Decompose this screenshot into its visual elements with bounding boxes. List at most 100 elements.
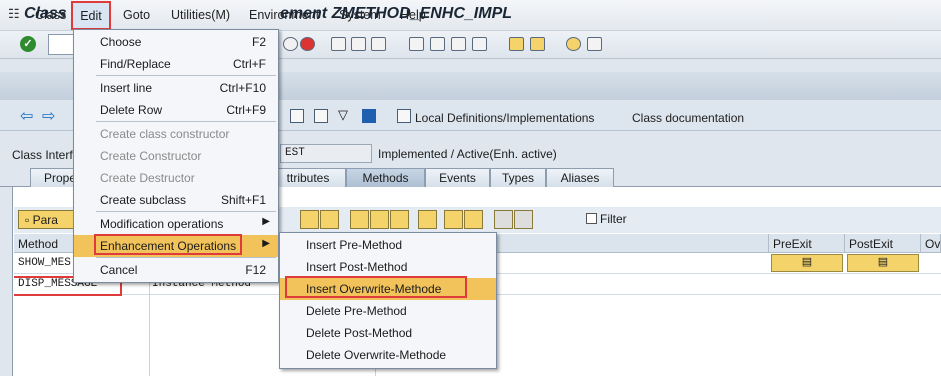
annotation-frame xyxy=(285,276,467,298)
copy-icon[interactable] xyxy=(370,210,389,229)
last-page-icon[interactable] xyxy=(472,37,487,51)
menu-item-label: Delete Overwrite-Methode xyxy=(306,348,447,362)
submenu-arrow-icon: ▶ xyxy=(262,216,270,227)
create-session-icon[interactable] xyxy=(509,37,524,51)
table-icon[interactable] xyxy=(314,109,328,123)
menu-item-find-replace[interactable]: Find/Replace Ctrl+F xyxy=(74,53,278,75)
menu-item-cancel[interactable]: Cancel F12 xyxy=(74,259,278,281)
back-arrow-icon[interactable]: ⇦ xyxy=(20,106,33,126)
shortcut: Ctrl+F10 xyxy=(219,81,266,95)
print-icon[interactable] xyxy=(331,37,346,51)
find-next-icon[interactable] xyxy=(371,37,386,51)
list-icon[interactable] xyxy=(290,109,304,123)
local-definitions-icon[interactable] xyxy=(397,109,411,123)
page-title: ement ZMETHOD_ENHC_IMPL xyxy=(280,5,513,22)
preexit-button[interactable]: ▤ xyxy=(771,254,843,272)
filter-icon[interactable]: ▽ xyxy=(338,107,352,122)
parameters-label: Para xyxy=(32,213,58,227)
menu-item-insert-post-method[interactable]: Insert Post-Method xyxy=(280,256,496,278)
menu-item-label: Insert Post-Method xyxy=(306,260,408,274)
cut-icon[interactable] xyxy=(350,210,369,229)
filter-label: Filter xyxy=(600,212,627,226)
menu-item-label: Create Constructor xyxy=(100,149,202,163)
layout-icon[interactable] xyxy=(587,37,602,51)
find-next-grid-icon[interactable] xyxy=(464,210,483,229)
print-grid-icon[interactable] xyxy=(418,210,437,229)
tab-events[interactable]: Events xyxy=(425,168,490,187)
previous-page-icon[interactable] xyxy=(430,37,445,51)
delete-row-icon[interactable] xyxy=(320,210,339,229)
enhancement-submenu: Insert Pre-Method Insert Post-Method Ins… xyxy=(279,232,497,369)
eraser-icon[interactable] xyxy=(514,210,533,229)
menu-item-label: Find/Replace xyxy=(100,57,171,71)
menu-item-label: Cancel xyxy=(100,263,138,277)
menu-item-choose[interactable]: Choose F2 xyxy=(74,31,278,53)
menu-item-label: Insert line xyxy=(100,81,153,95)
column-header-overwrite[interactable]: Ov xyxy=(921,234,941,253)
method-name: SHOW_MES xyxy=(18,257,71,269)
next-page-icon[interactable] xyxy=(451,37,466,51)
tab-aliases[interactable]: Aliases xyxy=(546,168,614,187)
menu-item-label: Create subclass xyxy=(100,193,187,207)
menu-edit[interactable]: Edit xyxy=(71,1,111,30)
menu-item-create-subclass[interactable]: Create subclass Shift+F1 xyxy=(74,189,278,211)
menu-item-label: Create class constructor xyxy=(100,127,230,141)
postexit-button[interactable]: ▤ xyxy=(847,254,919,272)
parameters-button[interactable]: ▫ Para xyxy=(18,210,74,229)
menu-item-label: Delete Row xyxy=(100,103,163,117)
back-icon[interactable] xyxy=(283,37,298,51)
shortcut: Ctrl+F9 xyxy=(226,103,266,117)
menu-item-delete-row[interactable]: Delete Row Ctrl+F9 xyxy=(74,99,278,121)
filter-checkbox[interactable]: Filter xyxy=(586,212,627,226)
paste-icon[interactable] xyxy=(390,210,409,229)
tab-methods[interactable]: Methods xyxy=(346,168,425,187)
menu-item-create-destructor: Create Destructor xyxy=(74,167,278,189)
shortcut: F2 xyxy=(251,35,266,49)
menu-separator xyxy=(96,75,276,76)
menu-item-insert-pre-method[interactable]: Insert Pre-Method xyxy=(280,234,496,256)
menu-item-delete-overwrite-method[interactable]: Delete Overwrite-Methode xyxy=(280,344,496,366)
window-menu-icon[interactable]: ☷ xyxy=(8,6,22,21)
preexit-icon: ▤ xyxy=(801,256,813,268)
shortcut: Shift+F1 xyxy=(220,193,266,207)
class-interface-field: EST xyxy=(280,144,372,163)
class-documentation-button[interactable]: Class documentation xyxy=(632,111,744,125)
find-icon[interactable] xyxy=(351,37,366,51)
menu-item-delete-pre-method[interactable]: Delete Pre-Method xyxy=(280,300,496,322)
shortcut: F12 xyxy=(245,263,266,277)
menu-goto[interactable]: Goto xyxy=(123,8,150,22)
menu-item-modification-operations[interactable]: Modification operations ▶ xyxy=(74,213,278,235)
first-page-icon[interactable] xyxy=(409,37,424,51)
shortcut-icon[interactable] xyxy=(530,37,545,51)
menu-item-create-constructor: Create Constructor xyxy=(74,145,278,167)
menu-item-label: Insert Pre-Method xyxy=(306,238,403,252)
postexit-icon: ▤ xyxy=(877,256,889,268)
page-title-left: Class xyxy=(24,5,67,22)
help-icon[interactable] xyxy=(566,37,581,51)
settings-icon[interactable] xyxy=(494,210,513,229)
local-definitions-button[interactable]: Local Definitions/Implementations xyxy=(415,111,594,125)
column-header-postexit[interactable]: PostExit xyxy=(845,234,921,253)
cancel-icon[interactable] xyxy=(300,37,315,51)
menu-item-label: Delete Post-Method xyxy=(306,326,413,340)
insert-row-icon[interactable] xyxy=(300,210,319,229)
submenu-arrow-icon: ▶ xyxy=(262,238,270,249)
find-grid-icon[interactable] xyxy=(444,210,463,229)
status-text: Implemented / Active(Enh. active) xyxy=(378,147,557,161)
menu-separator xyxy=(96,211,276,212)
forward-arrow-icon[interactable]: ⇨ xyxy=(42,106,55,126)
enter-check-icon[interactable]: ✓ xyxy=(20,36,36,52)
menu-item-label: Delete Pre-Method xyxy=(306,304,407,318)
menu-utilities[interactable]: Utilities(M) xyxy=(171,8,230,22)
menu-item-label: Modification operations xyxy=(100,217,224,231)
column-header-preexit[interactable]: PreExit xyxy=(769,234,845,253)
tab-types[interactable]: Types xyxy=(490,168,546,187)
filter-box[interactable] xyxy=(586,213,597,224)
menu-item-insert-line[interactable]: Insert line Ctrl+F10 xyxy=(74,77,278,99)
info-icon[interactable] xyxy=(362,109,376,123)
menu-item-create-class-constructor: Create class constructor xyxy=(74,123,278,145)
tab-attributes[interactable]: ttributes xyxy=(270,168,346,187)
annotation-frame xyxy=(94,234,242,255)
menu-item-delete-post-method[interactable]: Delete Post-Method xyxy=(280,322,496,344)
command-field[interactable] xyxy=(48,34,74,55)
